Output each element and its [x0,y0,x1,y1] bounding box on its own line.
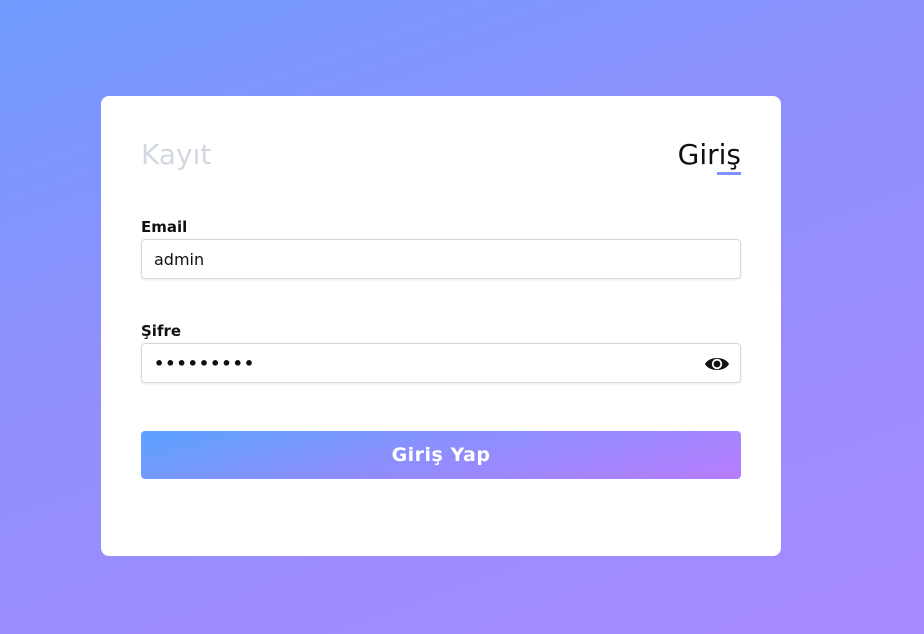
email-label: Email [141,218,188,236]
password-value: ••••••••• [154,353,256,373]
email-value: admin [154,249,205,269]
password-label: Şifre [141,322,182,340]
tab-login[interactable]: Giriş [678,136,741,174]
email-field[interactable]: admin [141,239,741,279]
tab-register[interactable]: Kayıt [141,136,211,174]
auth-tabs: Kayıt Giriş [141,96,741,176]
eye-icon[interactable] [704,353,730,375]
active-tab-underline [717,172,741,175]
password-field[interactable]: ••••••••• [141,343,741,383]
login-card: Kayıt Giriş [101,96,781,556]
login-submit-button[interactable]: Giriş Yap [141,431,741,479]
